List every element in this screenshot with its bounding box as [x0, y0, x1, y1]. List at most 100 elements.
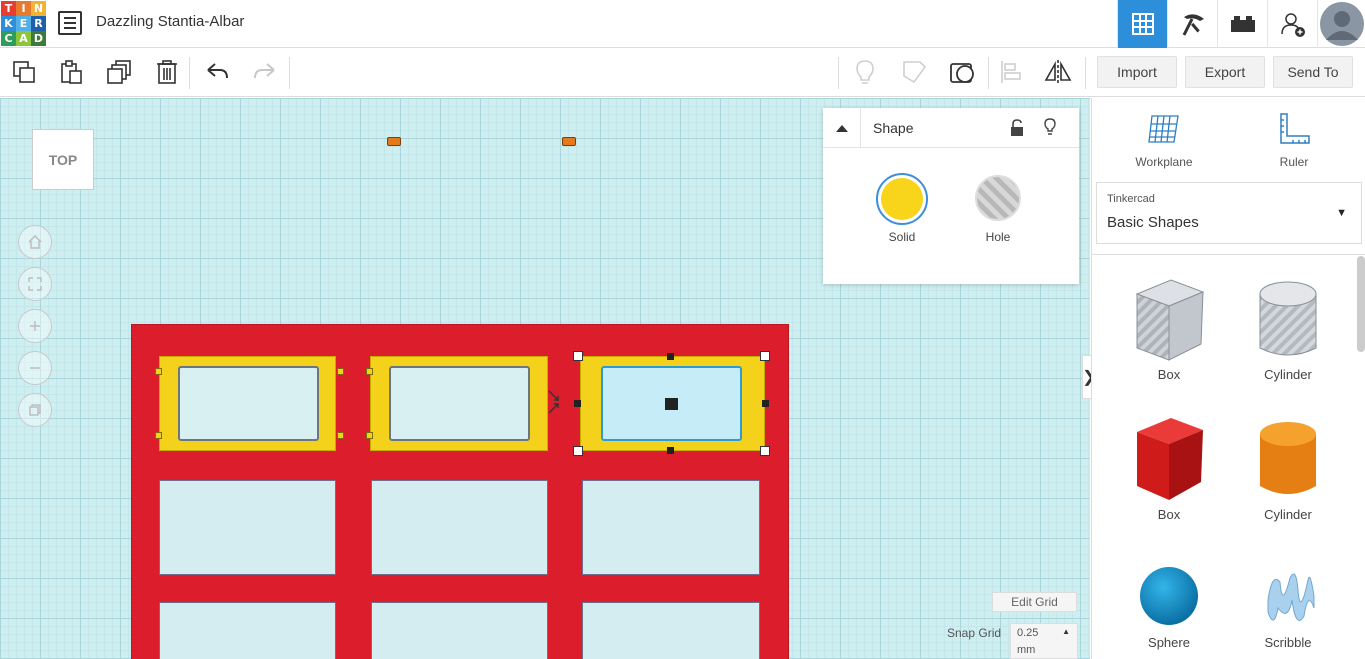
logo-letter: I [16, 1, 31, 16]
shapes-sidebar: Workplane Ruler Tinkercad Basic Shapes ▼… [1091, 98, 1365, 659]
workplane-label: Workplane [1135, 155, 1193, 169]
lock-icon[interactable] [1010, 119, 1024, 137]
solid-color-swatch[interactable] [876, 173, 928, 225]
add-user-button[interactable] [1267, 0, 1317, 48]
perspective-icon [29, 404, 41, 416]
avatar [1319, 2, 1364, 46]
shape-scribble[interactable]: Scribble [1233, 560, 1343, 650]
add-user-icon [1280, 13, 1305, 37]
small-orange-shape[interactable] [387, 137, 401, 146]
paste-button[interactable] [56, 57, 86, 87]
window-cell [371, 602, 548, 659]
shape-library-select[interactable]: Tinkercad Basic Shapes ▼ [1096, 182, 1362, 244]
ruler-label: Ruler [1279, 155, 1309, 169]
logo-letter: R [31, 16, 46, 31]
resize-handle[interactable] [667, 447, 674, 454]
view-cube[interactable]: TOP [32, 129, 94, 190]
profile-button[interactable] [1317, 0, 1365, 48]
design-menu-button[interactable] [58, 11, 82, 35]
resize-handle[interactable] [762, 400, 769, 407]
bricks-icon [1230, 16, 1255, 32]
workplane-drop-button[interactable] [947, 57, 977, 87]
export-button[interactable]: Export [1185, 56, 1265, 88]
window-cell [159, 602, 336, 659]
workplane-icon [1148, 115, 1179, 143]
zoom-in-button[interactable] [18, 309, 52, 343]
sphere-icon [1140, 567, 1198, 625]
bricks-button[interactable] [1217, 0, 1267, 48]
shape-cylinder[interactable]: Cylinder [1233, 414, 1343, 522]
send-to-button[interactable]: Send To [1273, 56, 1353, 88]
collapse-inspector-button[interactable] [823, 108, 861, 148]
fit-view-button[interactable] [18, 267, 52, 301]
resize-handle[interactable] [760, 351, 770, 361]
window-opening [178, 366, 319, 441]
3d-view-icon [1131, 13, 1154, 35]
shape-box[interactable]: Box [1114, 414, 1224, 522]
logo-letter: K [1, 16, 16, 31]
snap-grid-label: Snap Grid [947, 626, 1002, 640]
library-source: Tinkercad [1107, 193, 1155, 205]
chevron-up-icon [835, 125, 848, 132]
align-icon [1001, 61, 1021, 83]
3d-view-button[interactable] [1117, 0, 1167, 48]
note-button[interactable] [899, 57, 929, 87]
fit-view-icon [28, 277, 42, 291]
resize-handle[interactable] [573, 446, 583, 456]
resize-handle[interactable] [667, 353, 674, 360]
resize-handle[interactable] [760, 446, 770, 456]
logo-letter: C [1, 31, 16, 46]
shape-label: Cylinder [1264, 507, 1312, 522]
cylinder-icon [1260, 422, 1316, 494]
shape-box-hole[interactable]: Box [1114, 274, 1224, 382]
library-name: Basic Shapes [1107, 214, 1199, 231]
duplicate-button[interactable] [104, 57, 134, 87]
window-cell [159, 480, 336, 575]
zoom-in-icon [30, 321, 40, 331]
delete-button[interactable] [152, 57, 182, 87]
ruler-icon [1280, 113, 1310, 144]
workplane-canvas[interactable]: TOP Shape Solid Hole Edit Grid Snap Grid… [0, 98, 1090, 659]
design-title[interactable]: Dazzling Stantia-Albar [96, 13, 244, 30]
small-orange-shape[interactable] [562, 137, 576, 146]
rotate-arrow-icon[interactable] [546, 388, 562, 416]
cylinder-hole-icon [1259, 281, 1317, 356]
window-cell [371, 480, 548, 575]
codeblocks-button[interactable] [1167, 0, 1217, 48]
shape-label: Sphere [1148, 635, 1190, 650]
zoom-out-button[interactable] [18, 351, 52, 385]
align-button[interactable] [996, 57, 1026, 87]
shape-sphere[interactable]: Sphere [1114, 560, 1224, 650]
edit-grid-button[interactable]: Edit Grid [992, 592, 1077, 612]
height-handle[interactable] [665, 398, 678, 410]
perspective-button[interactable] [18, 393, 52, 427]
box-hole-icon [1135, 279, 1205, 361]
ruler-tool[interactable]: Ruler [1264, 110, 1324, 169]
caret-up-icon: ▲ [1062, 627, 1070, 636]
chevron-down-icon: ▼ [1336, 207, 1347, 219]
logo-letter: N [31, 1, 46, 16]
snap-grid-unit: mm [1017, 644, 1036, 656]
snap-grid-select[interactable]: 0.25 ▲ mm [1010, 623, 1078, 659]
logo-letter: E [16, 16, 31, 31]
lightbulb-icon[interactable] [1043, 117, 1057, 137]
mirror-button[interactable] [1043, 57, 1073, 87]
workplane-tool[interactable]: Workplane [1134, 110, 1194, 169]
redo-button[interactable] [250, 57, 280, 87]
lightbulb-icon [856, 60, 874, 84]
undo-button[interactable] [202, 57, 232, 87]
hole-swatch[interactable] [975, 175, 1021, 221]
import-button[interactable]: Import [1097, 56, 1177, 88]
lightbulb-button[interactable] [850, 57, 880, 87]
note-icon [903, 61, 927, 84]
home-view-button[interactable] [18, 225, 52, 259]
sidebar-scrollbar[interactable] [1357, 256, 1365, 352]
resize-handle[interactable] [574, 400, 581, 407]
resize-handle[interactable] [573, 351, 583, 361]
copy-icon [13, 61, 35, 83]
shape-cylinder-hole[interactable]: Cylinder [1233, 274, 1343, 382]
home-icon [28, 235, 42, 249]
tinkercad-logo[interactable]: TINKERCAD [1, 1, 46, 46]
copy-button[interactable] [9, 57, 39, 87]
logo-letter: A [16, 31, 31, 46]
